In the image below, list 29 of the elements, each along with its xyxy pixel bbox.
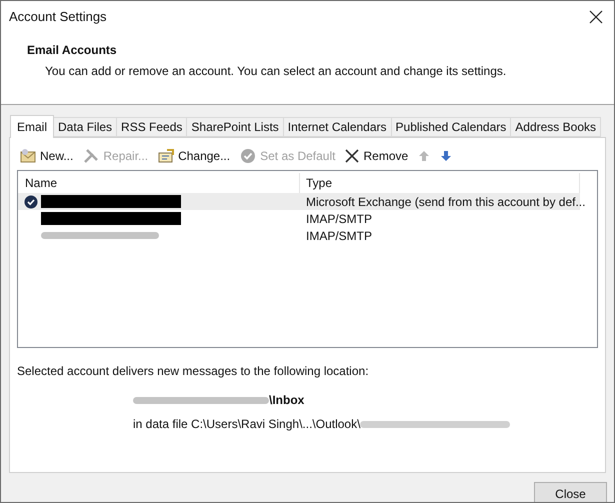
inbox-folder: \Inbox — [269, 392, 304, 409]
close-icon — [345, 149, 360, 163]
envelope-icon — [20, 148, 36, 164]
toolbar-button[interactable]: New... — [20, 147, 74, 165]
close-button[interactable]: Close — [534, 482, 607, 502]
section-description: You can add or remove an account. You can select an account and change its settings. — [44, 63, 508, 80]
check-circle-icon — [240, 148, 256, 164]
arrow-down-icon — [440, 150, 452, 162]
data-file-path: in data file C:\Users\Ravi Singh\...\Outlook\ — [133, 416, 360, 433]
window-title: Account Settings — [9, 8, 107, 26]
tab[interactable]: SharePoint Lists — [187, 117, 284, 137]
move-button[interactable] — [440, 150, 452, 162]
tab[interactable]: Email — [10, 115, 54, 138]
tab[interactable]: Address Books — [511, 117, 601, 137]
card-icon — [158, 148, 174, 164]
tab[interactable]: Published Calendars — [392, 117, 512, 137]
account-type: IMAP/SMTP — [305, 228, 372, 244]
account-type: Microsoft Exchange (send from this account by def... — [305, 194, 586, 210]
arrow-up-icon — [418, 150, 430, 162]
tab[interactable]: Internet Calendars — [284, 117, 392, 137]
close-icon[interactable] — [588, 9, 604, 25]
tab[interactable]: RSS Feeds — [117, 117, 188, 137]
toolbar-button[interactable]: Change... — [158, 147, 230, 165]
section-title: Email Accounts — [27, 42, 118, 59]
location-caption: Selected account delivers new messages to the following location: — [17, 363, 370, 380]
account-type: IMAP/SMTP — [305, 210, 372, 228]
tab[interactable]: Data Files — [54, 117, 118, 137]
toolbar-button[interactable]: Remove — [345, 147, 408, 165]
tools-icon — [83, 148, 100, 164]
